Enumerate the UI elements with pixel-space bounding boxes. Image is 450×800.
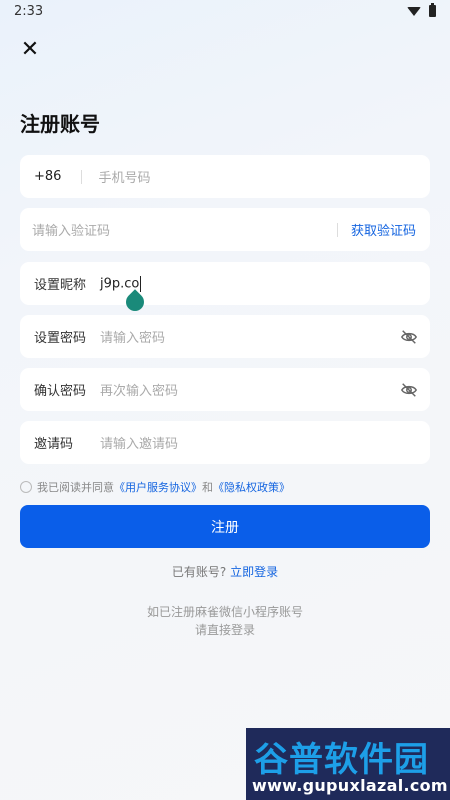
close-icon[interactable]: ✕: [18, 38, 42, 62]
status-icons: [407, 3, 436, 17]
watermark: 谷普软件园 www.gupuxlazal.com: [246, 728, 450, 800]
code-field[interactable]: 请输入验证码 获取验证码: [20, 208, 430, 251]
invite-field[interactable]: 邀请码 请输入邀请码: [20, 421, 430, 464]
login-row: 已有账号? 立即登录: [0, 563, 450, 580]
agreement-prefix: 我已阅读并同意: [37, 481, 114, 494]
watermark-main: 谷普软件园: [254, 740, 429, 780]
text-cursor: [140, 275, 142, 292]
nickname-label: 设置昵称: [34, 278, 87, 293]
password-input[interactable]: 请输入密码: [100, 327, 165, 346]
password-field[interactable]: 设置密码 请输入密码: [20, 315, 430, 358]
status-bar: 2:33: [0, 0, 450, 22]
agreement-and: 和: [202, 481, 213, 494]
wechat-hint: 如已注册麻雀微信小程序账号 请直接登录: [0, 603, 450, 639]
status-time: 2:33: [14, 3, 44, 19]
login-link[interactable]: 立即登录: [230, 565, 278, 579]
register-button[interactable]: 注册: [20, 505, 430, 548]
confirm-password-field[interactable]: 确认密码 再次输入密码: [20, 368, 430, 411]
battery-icon: [429, 3, 436, 17]
invite-label: 邀请码: [34, 437, 74, 452]
wifi-icon: [407, 6, 421, 16]
login-prompt: 已有账号?: [171, 565, 227, 579]
country-code[interactable]: +86: [20, 169, 61, 184]
eye-off-icon[interactable]: [400, 328, 418, 346]
confirm-label: 确认密码: [34, 384, 87, 399]
watermark-sub: www.gupuxlazal.com: [252, 776, 448, 795]
password-label: 设置密码: [34, 331, 87, 346]
confirm-input[interactable]: 再次输入密码: [100, 380, 178, 399]
privacy-policy-link[interactable]: 《隐私权政策》: [213, 479, 290, 495]
nickname-field[interactable]: 设置昵称 j9p.co: [20, 262, 430, 305]
phone-field[interactable]: +86 手机号码: [20, 155, 430, 198]
agree-radio[interactable]: [20, 481, 32, 493]
eye-off-icon[interactable]: [400, 381, 418, 399]
divider: [336, 222, 338, 237]
page-title: 注册账号: [20, 112, 100, 136]
get-code-button[interactable]: 获取验证码: [351, 220, 430, 239]
hint-line-2: 请直接登录: [194, 623, 255, 637]
user-agreement-link[interactable]: 《用户服务协议》: [114, 479, 202, 495]
agreement-row: 我已阅读并同意 《用户服务协议》 和 《隐私权政策》: [20, 479, 290, 495]
nickname-value: j9p.co: [100, 276, 140, 291]
invite-input[interactable]: 请输入邀请码: [100, 433, 178, 452]
divider: [81, 169, 83, 184]
hint-line-1: 如已注册麻雀微信小程序账号: [146, 605, 303, 619]
phone-input[interactable]: 手机号码: [98, 167, 150, 186]
code-input[interactable]: 请输入验证码: [20, 220, 337, 239]
